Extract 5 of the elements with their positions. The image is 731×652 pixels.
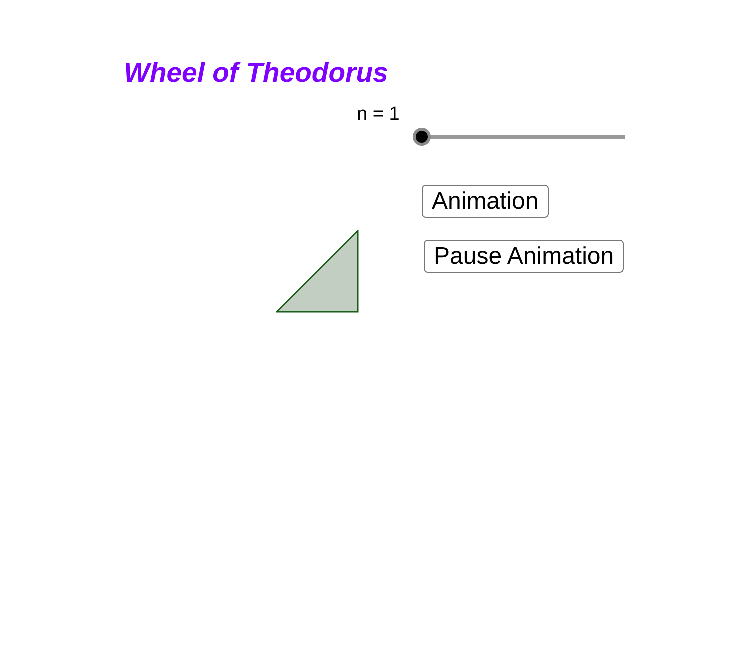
pause-animation-button[interactable]: Pause Animation [424,240,624,273]
animation-button[interactable]: Animation [422,185,549,218]
slider-label: n = 1 [357,103,400,126]
worksheet-title: Wheel of Theodorus [124,56,388,90]
slider-thumb[interactable] [413,128,431,146]
